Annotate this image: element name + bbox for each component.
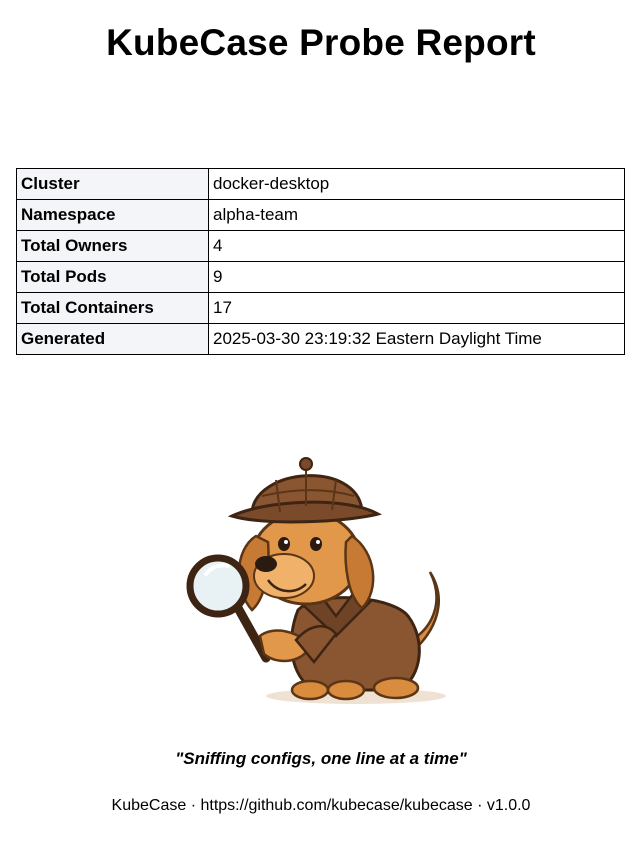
- namespace-label: Namespace: [16, 199, 209, 231]
- total-pods-label: Total Pods: [16, 261, 209, 293]
- total-pods-value: 9: [208, 261, 625, 293]
- total-containers-value: 17: [208, 292, 625, 324]
- table-row: Cluster docker-desktop: [16, 168, 625, 200]
- table-row: Total Pods 9: [16, 261, 625, 293]
- cluster-label: Cluster: [16, 168, 209, 200]
- total-owners-value: 4: [208, 230, 625, 262]
- table-row: Generated 2025-03-30 23:19:32 Eastern Da…: [16, 323, 625, 355]
- generated-value: 2025-03-30 23:19:32 Eastern Daylight Tim…: [208, 323, 625, 355]
- total-containers-label: Total Containers: [16, 292, 209, 324]
- cluster-value: docker-desktop: [208, 168, 625, 200]
- total-owners-label: Total Owners: [16, 230, 209, 262]
- report-title: KubeCase Probe Report: [106, 22, 536, 63]
- generated-label: Generated: [16, 323, 209, 355]
- table-row: Total Owners 4: [16, 230, 625, 262]
- table-row: Namespace alpha-team: [16, 199, 625, 231]
- namespace-value: alpha-team: [208, 199, 625, 231]
- footer-credits: KubeCase · https://github.com/kubecase/k…: [111, 797, 531, 814]
- table-row: Total Containers 17: [16, 292, 625, 324]
- summary-table: Cluster docker-desktop Namespace alpha-t…: [16, 168, 625, 355]
- detective-dog-icon: [186, 440, 456, 710]
- tagline: "Sniffing configs, one line at a time": [175, 749, 467, 768]
